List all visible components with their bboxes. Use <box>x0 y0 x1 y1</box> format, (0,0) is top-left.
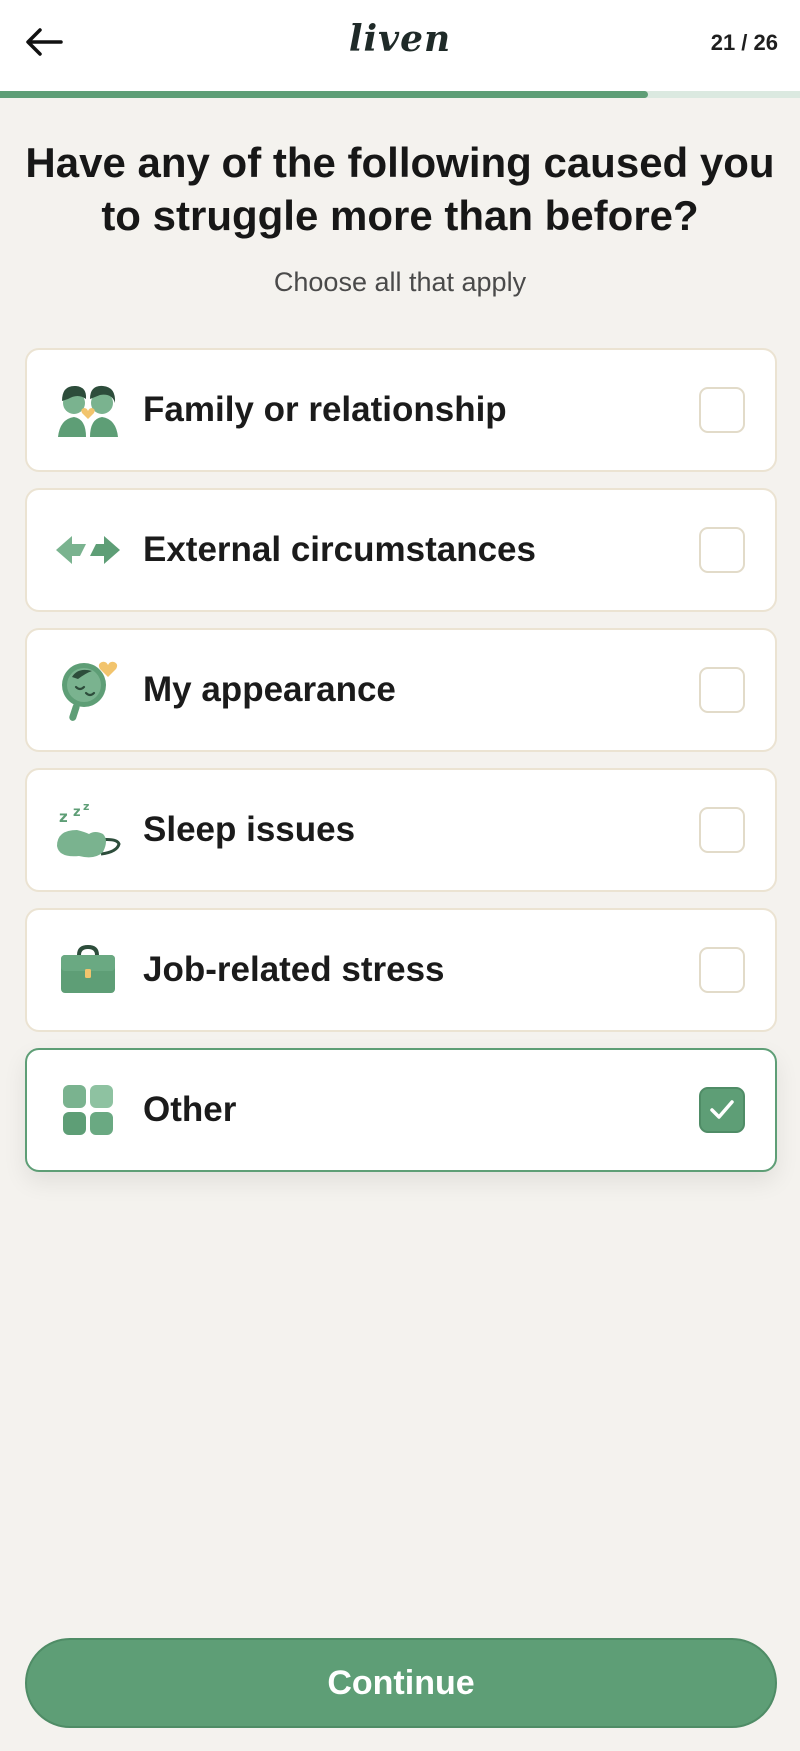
option-checkbox[interactable] <box>699 947 745 993</box>
svg-text:z: z <box>59 808 68 826</box>
arrows-icon <box>55 517 121 583</box>
option-label: Job-related stress <box>143 950 445 989</box>
option-label: Other <box>143 1090 237 1129</box>
option-family-or-relationship[interactable]: Family or relationship <box>25 348 777 472</box>
grid-icon <box>55 1077 121 1143</box>
option-external-circumstances[interactable]: External circumstances <box>25 488 777 612</box>
option-checkbox[interactable] <box>699 527 745 573</box>
svg-text:z: z <box>83 800 89 813</box>
briefcase-icon <box>55 937 121 1003</box>
family-icon <box>55 377 121 443</box>
options-list: Family or relationship External circumst… <box>25 348 777 1188</box>
svg-text:z: z <box>73 805 81 820</box>
option-label: Family or relationship <box>143 390 507 429</box>
app-logo: liven <box>348 18 452 60</box>
progress-bar <box>0 91 800 98</box>
option-other[interactable]: Other <box>25 1048 777 1172</box>
option-checkbox[interactable] <box>699 1087 745 1133</box>
option-my-appearance[interactable]: My appearance <box>25 628 777 752</box>
continue-button[interactable]: Continue <box>25 1638 777 1728</box>
mirror-icon <box>55 657 121 723</box>
option-label: Sleep issues <box>143 810 356 849</box>
option-checkbox[interactable] <box>699 667 745 713</box>
option-job-related-stress[interactable]: Job-related stress <box>25 908 777 1032</box>
option-label: My appearance <box>143 670 396 709</box>
question-title: Have any of the following caused you to … <box>25 139 775 239</box>
question-subtitle: Choose all that apply <box>273 267 527 297</box>
option-checkbox[interactable] <box>699 807 745 853</box>
option-sleep-issues[interactable]: z z z Sleep issues <box>25 768 777 892</box>
top-bar: liven 21 / 26 <box>0 0 800 91</box>
step-counter: 21 / 26 <box>710 30 778 55</box>
checkmark-icon <box>710 1100 734 1119</box>
progress-bar-fill <box>0 91 648 98</box>
option-checkbox[interactable] <box>699 387 745 433</box>
sleep-mask-icon: z z z <box>55 797 121 863</box>
option-label: External circumstances <box>143 530 536 569</box>
